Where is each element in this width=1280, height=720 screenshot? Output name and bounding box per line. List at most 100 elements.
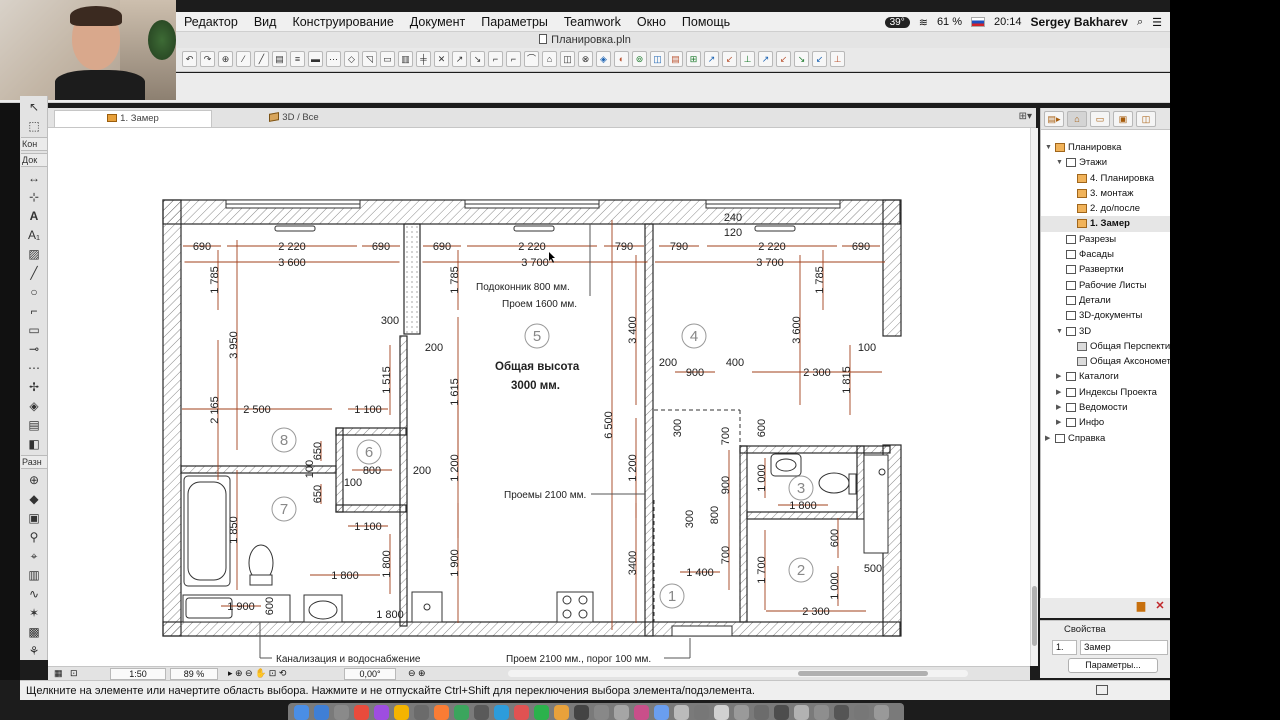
dimension-label[interactable]: 1 700 — [756, 556, 768, 584]
floor-plan-canvas[interactable]: 690 2 220 690 690 2 220 790 790 2 220 690 240 120 3… — [48, 128, 1030, 666]
toolbar-tool-18-icon[interactable]: ⌐ — [506, 51, 521, 67]
dimension-label[interactable]: 100 — [304, 460, 316, 478]
dock-app-5-icon[interactable] — [394, 705, 409, 720]
dimension-label[interactable]: 200 — [425, 342, 443, 354]
collapse-triangle-icon[interactable]: ▶ — [1056, 400, 1064, 415]
expand-triangle-icon[interactable]: ▼ — [1045, 140, 1053, 155]
dimension-label[interactable]: 3 600 — [278, 257, 306, 269]
dimension-label[interactable]: 790 — [615, 241, 633, 253]
dimension-labels[interactable]: 690 2 220 690 690 2 220 790 790 2 220 690 240 120 3… — [193, 212, 882, 621]
dimension-label[interactable]: 900 — [686, 367, 704, 379]
toolbar-tool-16-icon[interactable]: ↘ — [470, 51, 485, 67]
dimension-label[interactable]: 1 800 — [381, 550, 393, 578]
menu-item-0[interactable]: Редактор — [176, 15, 246, 29]
expand-triangle-icon[interactable]: ▼ — [1056, 155, 1064, 170]
note-height-2[interactable]: 3000 мм. — [511, 380, 560, 392]
dock-app-11-icon[interactable] — [514, 705, 529, 720]
toolbar-tool-21-icon[interactable]: ◫ — [560, 51, 575, 67]
note-sewer[interactable]: Канализация и водоснабжение — [276, 653, 421, 665]
toolbar-tool-34-icon[interactable]: ↘ — [794, 51, 809, 67]
project-map-icon[interactable]: ⌂ — [1067, 110, 1087, 127]
toolbox-section-document[interactable]: Док — [21, 153, 47, 167]
collapse-triangle-icon[interactable]: ▶ — [1045, 431, 1053, 446]
dimension-label[interactable]: 240 — [724, 212, 742, 224]
toolbar-tool-14-icon[interactable]: ✕ — [434, 51, 449, 67]
dimension-label[interactable]: 1 800 — [789, 500, 817, 512]
dimension-label[interactable]: 1 200 — [449, 454, 461, 482]
dimension-label[interactable]: 200 — [413, 465, 431, 477]
settings-button[interactable]: Параметры... — [1068, 658, 1158, 673]
dimension-label[interactable]: 1 400 — [686, 567, 714, 579]
toolbar-tool-26-icon[interactable]: ◫ — [650, 51, 665, 67]
spline-tool-icon[interactable]: ∿ — [22, 586, 46, 602]
note-height-1[interactable]: Общая высота — [495, 361, 580, 373]
toolbar-tool-23-icon[interactable]: ◈ — [596, 51, 611, 67]
dimension-label[interactable]: 600 — [829, 529, 841, 547]
change-tool-icon[interactable]: ◧ — [22, 436, 46, 452]
tree-item-story[interactable]: 3. монтаж — [1041, 186, 1170, 201]
navigator-menu-icon[interactable]: ▤▸ — [1044, 110, 1064, 127]
dock-app-6-icon[interactable] — [414, 705, 429, 720]
menu-item-6[interactable]: Окно — [629, 15, 674, 29]
dock-app-21-icon[interactable] — [714, 705, 729, 720]
menu-list-icon[interactable]: ☰ — [1152, 16, 1162, 29]
tree-item-3d[interactable]: ▼ 3D — [1041, 324, 1170, 339]
dimension-label[interactable]: 120 — [724, 227, 742, 239]
menu-item-1[interactable]: Вид — [246, 15, 285, 29]
dock-app-3-icon[interactable] — [354, 705, 369, 720]
dock-app-10-icon[interactable] — [494, 705, 509, 720]
camera-tool-icon[interactable]: ⌖ — [22, 548, 46, 564]
dock-app-16-icon[interactable] — [614, 705, 629, 720]
tree-item-lists[interactable]: ▶ Ведомости — [1041, 400, 1170, 415]
room-number[interactable]: 5 — [533, 328, 541, 345]
toolbar-tool-6-icon[interactable]: ≡ — [290, 51, 305, 67]
dimension-label[interactable]: 100 — [858, 342, 876, 354]
dimension-label[interactable]: 1 000 — [756, 464, 768, 492]
level-dimension-icon[interactable]: ⊹ — [22, 189, 46, 205]
input-language-flag-icon[interactable] — [971, 17, 986, 27]
dimension-label[interactable]: 2 165 — [209, 396, 221, 424]
mesh-tool-icon[interactable]: ⚘ — [22, 643, 46, 659]
menu-item-7[interactable]: Помощь — [674, 15, 738, 29]
toolbar-tool-15-icon[interactable]: ↗ — [452, 51, 467, 67]
window-toggle-icon[interactable] — [1096, 685, 1108, 695]
story-index-field[interactable]: 1. — [1052, 640, 1077, 655]
dimension-label[interactable]: 690 — [193, 241, 211, 253]
dock-app-4-icon[interactable] — [374, 705, 389, 720]
dimension-label[interactable]: 600 — [264, 597, 276, 615]
dimension-label[interactable]: 2 220 — [518, 241, 546, 253]
drawing-tool-icon[interactable]: ▭ — [22, 322, 46, 338]
dock-app-17-icon[interactable] — [634, 705, 649, 720]
dock-app-1-icon[interactable] — [314, 705, 329, 720]
toolbar-tool-22-icon[interactable]: ⊗ — [578, 51, 593, 67]
fill-tool-icon[interactable]: ▨ — [22, 246, 46, 262]
tree-item-info[interactable]: ▶ Инфо — [1041, 415, 1170, 430]
toolbar-tool-33-icon[interactable]: ↙ — [776, 51, 791, 67]
toolbar-tool-31-icon[interactable]: ⊥ — [740, 51, 755, 67]
toolbar-tool-29-icon[interactable]: ↗ — [704, 51, 719, 67]
dimension-label[interactable]: 900 — [720, 476, 732, 494]
dimension-label[interactable]: 3 400 — [627, 316, 639, 344]
note-door[interactable]: Проем 2100 мм., порог 100 мм. — [506, 654, 651, 665]
dimension-label[interactable]: 650 — [312, 485, 324, 503]
search-icon[interactable]: ⌕ — [1137, 16, 1143, 29]
tree-item-worksheets[interactable]: Рабочие Листы — [1041, 278, 1170, 293]
dimension-label[interactable]: 1 515 — [381, 366, 393, 394]
lamp-tool-icon[interactable]: ⚲ — [22, 529, 46, 545]
dock-app-7-icon[interactable] — [434, 705, 449, 720]
dimension-label[interactable]: 300 — [684, 510, 696, 528]
circle-tool-icon[interactable]: ○ — [22, 284, 46, 300]
detail-tool-icon[interactable]: ◈ — [22, 398, 46, 414]
note-opening[interactable]: Проем 1600 мм. — [502, 299, 577, 310]
tree-item-project[interactable]: ▼ Планировка — [1041, 140, 1170, 155]
room-number[interactable]: 7 — [280, 501, 288, 518]
dimension-label[interactable]: 2 220 — [278, 241, 306, 253]
dimension-label[interactable]: 2 220 — [758, 241, 786, 253]
layout-book-icon[interactable]: ▣ — [1113, 110, 1133, 127]
dimension-label[interactable]: 1 100 — [354, 521, 382, 533]
toolbar-tool-20-icon[interactable]: ⌂ — [542, 51, 557, 67]
zoom-in-icon[interactable]: ▸ ⊕ ⊖ ✋ ⊡ ⟲ — [228, 668, 286, 680]
tree-item-story[interactable]: 1. Замер — [1041, 216, 1170, 232]
toolbox-section-design[interactable]: Кон — [21, 137, 47, 151]
dock-app-0-icon[interactable] — [294, 705, 309, 720]
